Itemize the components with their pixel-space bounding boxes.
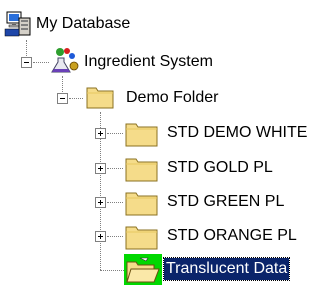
open-folder-green-icon — [124, 254, 162, 285]
folder-open-icon — [86, 87, 114, 109]
database-tree-view: My Database Ingredient System Demo Folde… — [0, 0, 327, 285]
ingredient-system-icon — [51, 48, 79, 73]
expand-toggle[interactable] — [95, 197, 106, 208]
tree-node-std-orange-pl[interactable]: STD ORANGE PL — [0, 219, 327, 253]
folder-icon — [125, 158, 158, 182]
tree-node-std-gold-pl[interactable]: STD GOLD PL — [0, 151, 327, 185]
expand-toggle[interactable] — [95, 163, 106, 174]
expand-toggle[interactable] — [95, 128, 106, 139]
tree-node-label: STD GREEN PL — [167, 193, 285, 210]
tree-node-label: STD ORANGE PL — [167, 227, 297, 244]
tree-node-label: My Database — [36, 15, 131, 32]
tree-node-translucent-data[interactable]: Translucent Data — [0, 253, 327, 285]
tree-node-std-demo-white[interactable]: STD DEMO WHITE — [0, 116, 327, 150]
folder-icon — [125, 226, 158, 250]
tree-node-std-green-pl[interactable]: STD GREEN PL — [0, 185, 327, 219]
tree-node-ingredient-system[interactable]: Ingredient System — [0, 45, 327, 79]
tree-node-label: Demo Folder — [126, 89, 219, 106]
database-icon — [4, 11, 31, 37]
folder-icon — [125, 192, 158, 216]
selected-node-label: Translucent Data — [162, 257, 291, 281]
tree-node-label: STD GOLD PL — [167, 159, 273, 176]
collapse-toggle[interactable] — [21, 57, 32, 68]
tree-node-label: Ingredient System — [84, 53, 213, 70]
expand-toggle[interactable] — [95, 231, 106, 242]
collapse-toggle[interactable] — [57, 93, 68, 104]
tree-node-demo-folder[interactable]: Demo Folder — [0, 81, 327, 115]
folder-icon — [125, 123, 158, 147]
tree-node-my-database[interactable]: My Database — [0, 10, 327, 44]
tree-node-label: STD DEMO WHITE — [167, 124, 308, 141]
